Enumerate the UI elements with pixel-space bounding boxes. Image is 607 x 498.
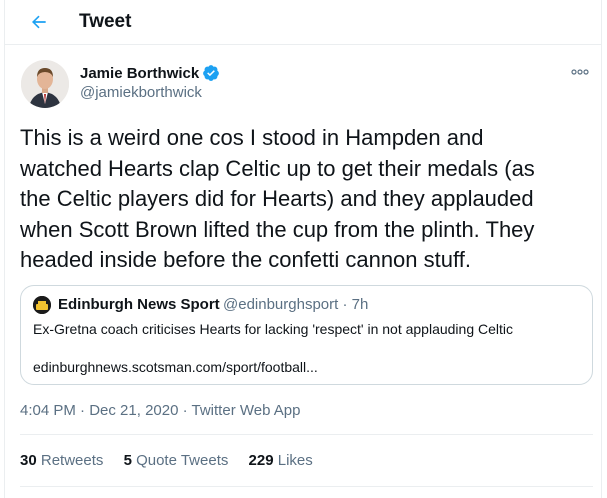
tweet-source[interactable]: Twitter Web App [192,402,301,419]
likes-stat[interactable]: 229 Likes [249,452,313,469]
author-name[interactable]: Jamie Borthwick [80,65,199,82]
avatar-image [21,60,69,108]
quoted-author-name: Edinburgh News Sport [58,296,220,313]
quoted-tweet-link[interactable]: edinburghnews.scotsman.com/sport/footbal… [33,359,318,375]
tweet-line: headed inside before the confetti cannon… [20,247,471,272]
separator: · [178,402,192,419]
verified-badge-icon [203,65,219,81]
tweet-line: the Celtic players did for Hearts) and t… [20,186,534,211]
engagement-stats: 30 Retweets 5 Quote Tweets 229 Likes [20,452,329,469]
more-options-button[interactable] [567,60,593,84]
tweet-timestamp: 4:04 PM · Dec 21, 2020 · Twitter Web App [20,402,300,419]
quoted-tweet-card[interactable]: Edinburgh News Sport @edinburghsport · 7… [20,285,593,385]
page-title: Tweet [79,11,132,32]
retweets-stat[interactable]: 30 Retweets [20,452,103,469]
quote-tweets-stat[interactable]: 5 Quote Tweets [124,452,229,469]
more-horizontal-icon [571,69,589,75]
quoted-author-handle: @edinburghsport · 7h [223,296,369,313]
tweet-line: when Scott Brown lifted the cup from the… [20,216,535,242]
tweet-time[interactable]: 4:04 PM [20,402,76,419]
divider [20,434,593,435]
tweet-line: This is a weird one cos I stood in Hampd… [20,125,484,150]
quoted-tweet-text: Ex-Gretna coach criticises Hearts for la… [33,321,514,337]
divider [20,486,593,487]
tweet-text: This is a weird one cos I stood in Hampd… [20,123,600,276]
tweet-detail-panel: Tweet Jamie Borthwick @jamiekborthwick T… [4,0,602,498]
author-handle[interactable]: @jamiekborthwick [80,84,202,101]
newspaper-logo-icon [33,296,51,314]
back-button[interactable] [25,8,53,36]
tweet-line: watched Hearts clap Celtic up to get the… [20,155,535,181]
header-bar: Tweet [5,0,601,45]
quoted-author-avatar [33,296,51,314]
arrow-left-icon [32,15,46,29]
separator: · [75,402,90,419]
author-avatar[interactable] [21,60,69,108]
tweet-date[interactable]: Dec 21, 2020 [89,402,178,419]
